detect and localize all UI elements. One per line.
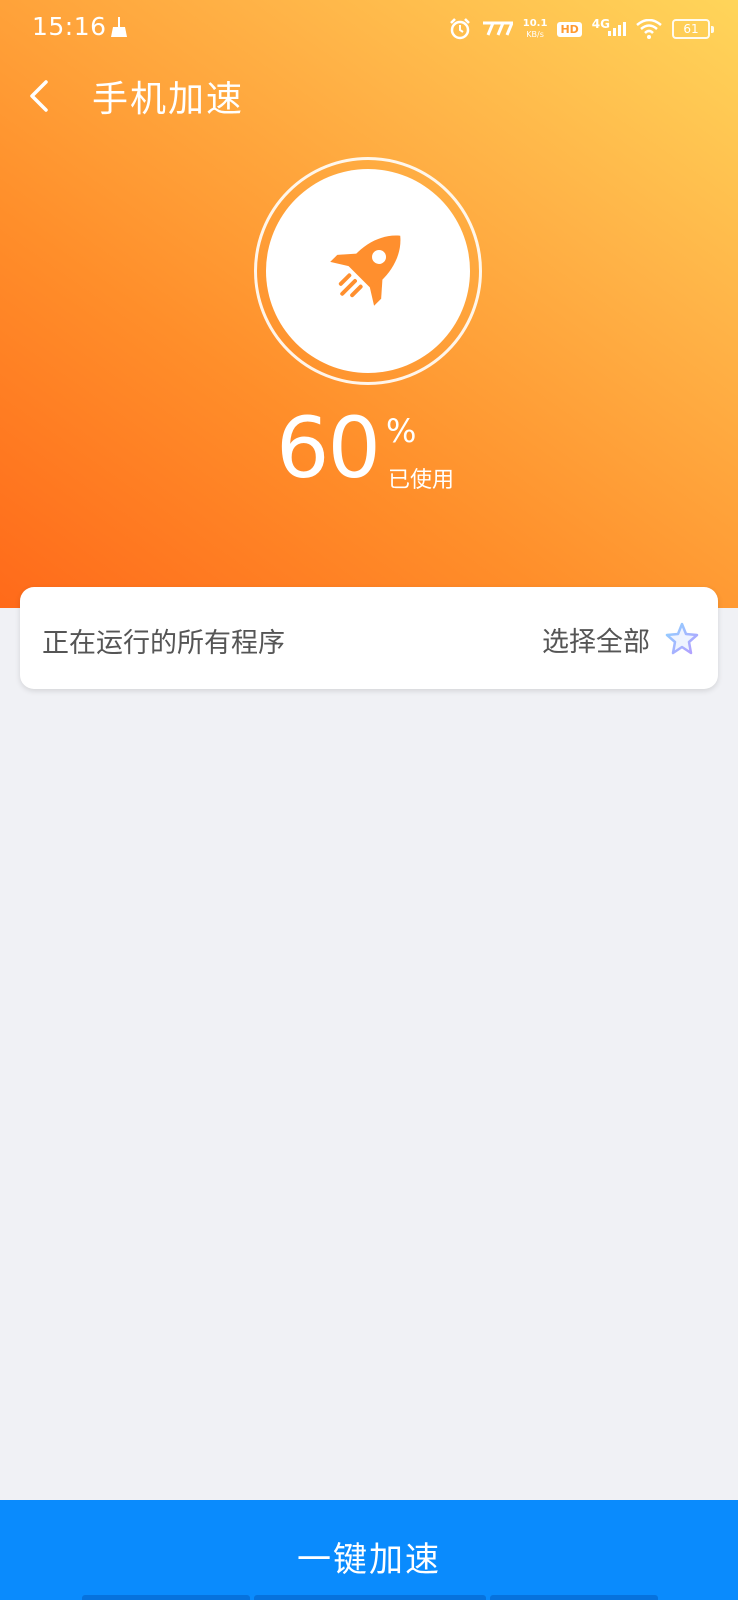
back-button[interactable] (18, 68, 62, 124)
select-all-label: 选择全部 (542, 626, 650, 658)
memory-usage-label: 已使用 (388, 468, 455, 493)
boost-button-label: 一键加速 (297, 1540, 441, 1580)
chevron-left-icon (30, 80, 48, 112)
cleaner-icon (111, 17, 127, 37)
boost-button[interactable]: 一键加速 (0, 1500, 738, 1600)
running-programs-card: 正在运行的所有程序 选择全部 (20, 587, 718, 689)
rocket-icon (330, 235, 401, 306)
status-time: 15:16 (32, 12, 107, 41)
status-bar: 15:16 10.1 KB/s HD 4G 61 (0, 0, 738, 58)
cellular-signal-icon (608, 22, 626, 36)
page-title: 手机加速 (92, 79, 245, 120)
network-speed-unit: KB/s (526, 30, 544, 39)
running-programs-title: 正在运行的所有程序 (42, 628, 285, 659)
hd-badge: HD (557, 21, 582, 37)
alarm-icon (449, 18, 470, 40)
bottom-divider (254, 1595, 486, 1600)
wifi-icon (636, 19, 662, 39)
bottom-divider (82, 1595, 250, 1600)
network-speed-value: 10.1 (522, 18, 548, 29)
bottom-divider (490, 1595, 658, 1600)
star-icon[interactable] (664, 621, 700, 657)
network-type-label: 4G (591, 17, 610, 31)
battery-icon: 61 (672, 19, 714, 39)
memory-usage-unit: % (386, 412, 417, 450)
memory-usage-value: 60 (276, 399, 381, 497)
network-speed: 10.1 KB/s (523, 18, 548, 40)
signal-brand-icon (482, 21, 513, 36)
select-all-button[interactable]: 选择全部 (542, 611, 700, 667)
status-icons: 10.1 KB/s HD 4G 61 (449, 14, 714, 44)
